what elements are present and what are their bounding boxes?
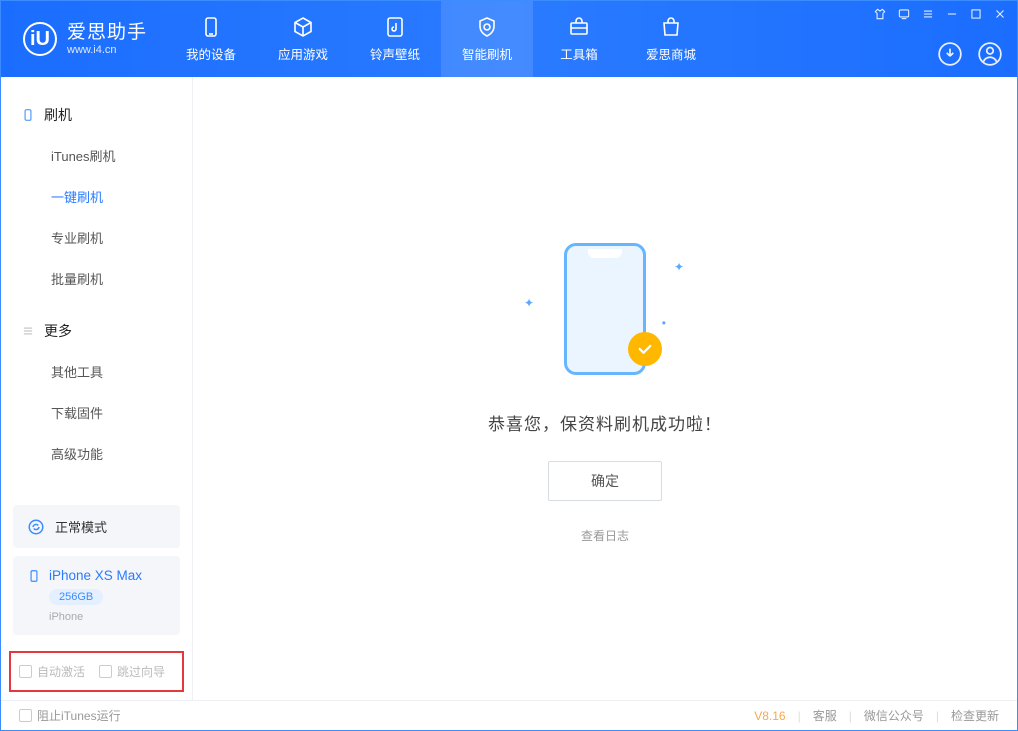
sidebar-item-pro-flash[interactable]: 专业刷机	[1, 217, 192, 258]
nav-label: 应用游戏	[278, 44, 328, 63]
sparkle-icon: ✦	[524, 296, 534, 310]
sidebar-item-batch-flash[interactable]: 批量刷机	[1, 258, 192, 299]
checkbox-icon	[19, 665, 32, 678]
shield-refresh-icon	[475, 15, 499, 39]
sync-icon	[27, 518, 45, 536]
footer-link-wechat[interactable]: 微信公众号	[864, 707, 924, 724]
checkbox-auto-activate[interactable]: 自动激活	[19, 663, 85, 680]
nav-ringtones-wallpapers[interactable]: 铃声壁纸	[349, 1, 441, 77]
success-message: 恭喜您，保资料刷机成功啦！	[488, 410, 722, 435]
close-icon[interactable]	[993, 7, 1007, 21]
separator: |	[936, 709, 939, 723]
nav-label: 智能刷机	[462, 44, 512, 63]
phone-icon	[199, 15, 223, 39]
nav-label: 爱思商城	[646, 44, 696, 63]
sidebar-nav: 刷机 iTunes刷机 一键刷机 专业刷机 批量刷机 更多 其他工具 下载固件 …	[1, 77, 192, 497]
footer-link-support[interactable]: 客服	[813, 707, 837, 724]
ok-button[interactable]: 确定	[548, 461, 662, 501]
device-icon	[21, 108, 35, 122]
device-mode-card[interactable]: 正常模式	[13, 505, 180, 548]
app-window: iU 爱思助手 www.i4.cn 我的设备 应用游戏 铃声壁纸 智能刷机	[0, 0, 1018, 731]
checkbox-icon	[99, 665, 112, 678]
music-icon	[383, 15, 407, 39]
sparkle-icon: •	[662, 316, 666, 330]
sidebar-item-download-firmware[interactable]: 下载固件	[1, 392, 192, 433]
nav-label: 我的设备	[186, 44, 236, 63]
shirt-icon[interactable]	[873, 7, 887, 21]
checkbox-label: 跳过向导	[117, 663, 165, 680]
top-nav: 我的设备 应用游戏 铃声壁纸 智能刷机 工具箱 爱思商城	[165, 1, 717, 77]
nav-label: 铃声壁纸	[370, 44, 420, 63]
main-content: ✦ ✦ • 恭喜您，保资料刷机成功啦！ 确定 查看日志	[193, 77, 1017, 700]
nav-store[interactable]: 爱思商城	[625, 1, 717, 77]
checkbox-block-itunes[interactable]: 阻止iTunes运行	[19, 707, 121, 724]
minimize-icon[interactable]	[945, 7, 959, 21]
separator: |	[849, 709, 852, 723]
device-name: iPhone XS Max	[49, 568, 142, 583]
sidebar: 刷机 iTunes刷机 一键刷机 专业刷机 批量刷机 更多 其他工具 下载固件 …	[1, 77, 193, 700]
device-type: iPhone	[49, 611, 166, 623]
view-log-link[interactable]: 查看日志	[581, 527, 629, 544]
phone-small-icon	[27, 569, 41, 583]
window-controls	[873, 7, 1007, 21]
sidebar-item-oneclick-flash[interactable]: 一键刷机	[1, 176, 192, 217]
checkbox-skip-guide[interactable]: 跳过向导	[99, 663, 165, 680]
sidebar-item-itunes-flash[interactable]: iTunes刷机	[1, 135, 192, 176]
sparkle-icon: ✦	[674, 260, 684, 274]
group-label: 更多	[44, 321, 72, 341]
footer: 阻止iTunes运行 V8.16 | 客服 | 微信公众号 | 检查更新	[1, 700, 1017, 730]
nav-label: 工具箱	[560, 44, 598, 63]
nav-apps-games[interactable]: 应用游戏	[257, 1, 349, 77]
device-capacity-badge: 256GB	[49, 589, 103, 605]
header-right-actions	[937, 41, 1003, 67]
mode-label: 正常模式	[55, 517, 107, 536]
menu-icon[interactable]	[921, 7, 935, 21]
nav-smart-flash[interactable]: 智能刷机	[441, 1, 533, 77]
body: 刷机 iTunes刷机 一键刷机 专业刷机 批量刷机 更多 其他工具 下载固件 …	[1, 77, 1017, 700]
sidebar-item-advanced[interactable]: 高级功能	[1, 433, 192, 474]
checkbox-label: 阻止iTunes运行	[37, 707, 121, 724]
footer-link-update[interactable]: 检查更新	[951, 707, 999, 724]
success-illustration: ✦ ✦ •	[520, 234, 690, 384]
nav-toolbox[interactable]: 工具箱	[533, 1, 625, 77]
separator: |	[798, 709, 801, 723]
version-text: V8.16	[754, 709, 785, 723]
group-label: 刷机	[44, 105, 72, 125]
toolbox-icon	[567, 15, 591, 39]
download-icon[interactable]	[937, 41, 963, 67]
sidebar-group-more: 更多	[1, 311, 192, 351]
sidebar-group-flash: 刷机	[1, 95, 192, 135]
app-url: www.i4.cn	[67, 45, 147, 56]
feedback-icon[interactable]	[897, 7, 911, 21]
app-title: 爱思助手	[67, 23, 147, 42]
checkbox-label: 自动激活	[37, 663, 85, 680]
user-icon[interactable]	[977, 41, 1003, 67]
sidebar-item-other-tools[interactable]: 其他工具	[1, 351, 192, 392]
logo-icon: iU	[23, 22, 57, 56]
maximize-icon[interactable]	[969, 7, 983, 21]
highlighted-checkbox-row: 自动激活 跳过向导	[9, 651, 184, 692]
app-logo: iU 爱思助手 www.i4.cn	[1, 1, 165, 77]
device-card[interactable]: iPhone XS Max 256GB iPhone	[13, 556, 180, 635]
checkbox-icon	[19, 709, 32, 722]
list-icon	[21, 324, 35, 338]
header: iU 爱思助手 www.i4.cn 我的设备 应用游戏 铃声壁纸 智能刷机	[1, 1, 1017, 77]
check-badge-icon	[628, 332, 662, 366]
store-icon	[659, 15, 683, 39]
cube-icon	[291, 15, 315, 39]
nav-my-device[interactable]: 我的设备	[165, 1, 257, 77]
